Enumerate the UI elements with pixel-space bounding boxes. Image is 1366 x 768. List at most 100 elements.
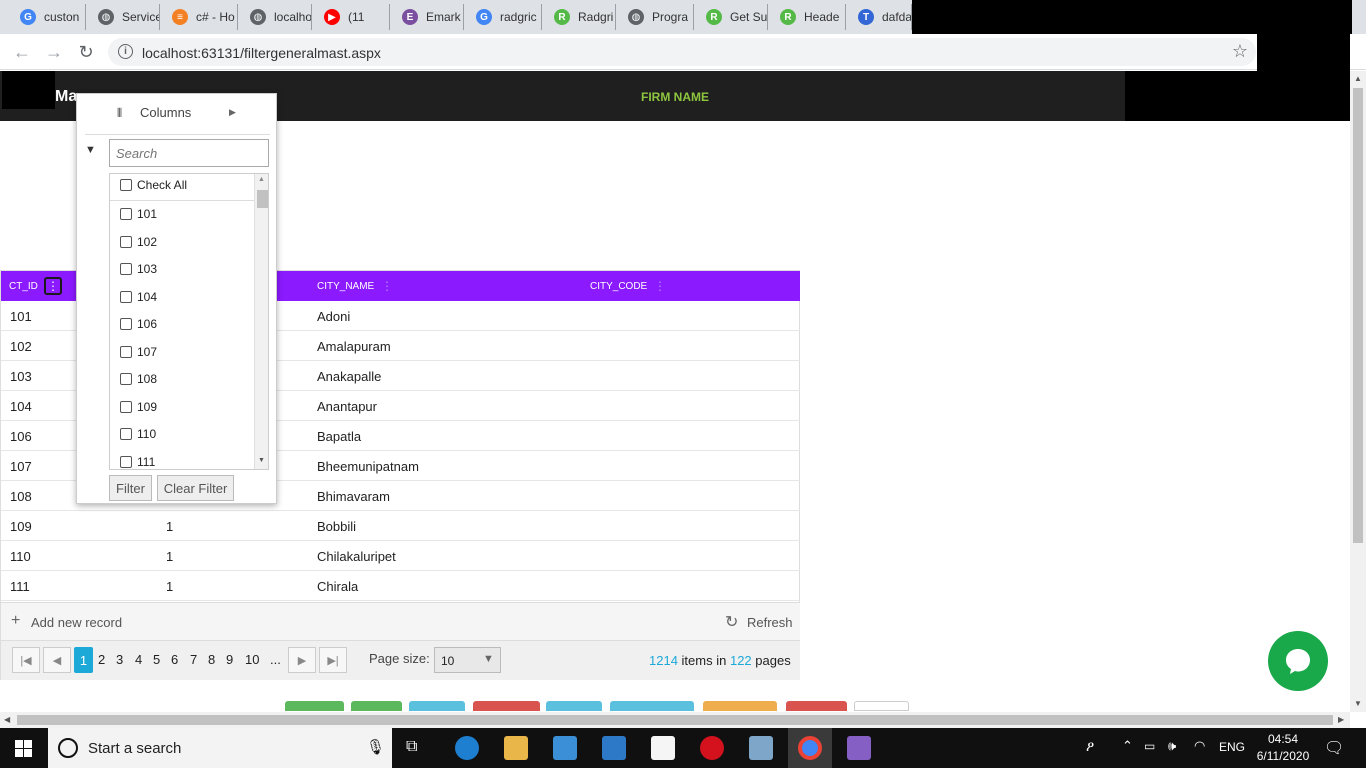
page-number-link[interactable]: 4 <box>135 652 142 667</box>
checkbox[interactable] <box>120 318 132 330</box>
task-view-icon[interactable]: ⧉ <box>406 738 417 756</box>
checkbox[interactable] <box>120 208 132 220</box>
people-icon[interactable]: ዖ <box>1086 738 1094 755</box>
scroll-thumb[interactable] <box>257 190 268 208</box>
scroll-up-icon[interactable]: ▲ <box>1354 74 1362 83</box>
column-menu-icon[interactable]: ⋮ <box>44 277 62 295</box>
plus-icon[interactable]: + <box>11 612 20 630</box>
table-row[interactable]: 110 1 Chilakaluripet <box>1 541 800 571</box>
filter-option[interactable]: 101 <box>120 207 157 221</box>
page-number-link[interactable]: 2 <box>98 652 105 667</box>
page-horizontal-scrollbar[interactable]: ◀ ▶ <box>0 712 1350 728</box>
action-button[interactable] <box>786 701 847 711</box>
taskbar-search-box[interactable]: Start a search 🎙 <box>48 728 392 768</box>
filter-option[interactable]: 108 <box>120 372 157 386</box>
chat-widget-button[interactable] <box>1268 631 1328 691</box>
checkbox[interactable] <box>120 428 132 440</box>
action-button[interactable] <box>351 701 402 711</box>
action-button[interactable] <box>409 701 465 711</box>
scroll-left-icon[interactable]: ◀ <box>4 715 10 724</box>
page-size-select[interactable]: 10 ▼ <box>434 647 501 673</box>
table-row[interactable]: 109 1 Bobbili <box>1 511 800 541</box>
reload-button[interactable]: ↻ <box>74 40 98 64</box>
browser-tab[interactable]: ◍ localho <box>240 4 312 30</box>
first-page-button[interactable]: |◀ <box>12 647 40 673</box>
scroll-thumb[interactable] <box>1353 88 1363 543</box>
filter-option[interactable]: 107 <box>120 345 157 359</box>
browser-tab[interactable]: ≡ c# - Ho <box>162 4 238 30</box>
page-number-link[interactable]: 8 <box>208 652 215 667</box>
windows-start-icon[interactable] <box>15 740 32 757</box>
chevron-up-icon[interactable]: ⌃ <box>1122 738 1133 754</box>
filter-button[interactable]: Filter <box>109 475 152 501</box>
page-number-link[interactable]: 6 <box>171 652 178 667</box>
address-bar[interactable]: i localhost:63131/filtergeneralmast.aspx… <box>108 38 1256 66</box>
browser-tab[interactable]: ▶ (11 <box>314 4 390 30</box>
action-button[interactable] <box>546 701 602 711</box>
bookmark-star-icon[interactable]: ☆ <box>1232 41 1248 62</box>
browser-tab[interactable]: Gradgric <box>466 4 542 30</box>
volume-icon[interactable]: 🕪 <box>1168 738 1176 754</box>
list-scrollbar[interactable]: ▲ ▼ <box>254 174 268 469</box>
action-button[interactable] <box>610 701 694 711</box>
scroll-up-icon[interactable]: ▲ <box>258 176 265 183</box>
browser-tab[interactable]: Tdafdas <box>848 4 912 30</box>
checkbox[interactable] <box>120 400 132 413</box>
column-header-ct-id[interactable]: CT_ID <box>9 281 38 292</box>
page-number-link[interactable]: 1 <box>74 647 93 673</box>
clock-date[interactable]: 6/11/2020 <box>1252 749 1314 763</box>
page-number-link[interactable]: 5 <box>153 652 160 667</box>
microphone-icon[interactable]: 🎙 <box>366 738 385 756</box>
battery-icon[interactable]: ▭ <box>1144 739 1155 753</box>
action-button[interactable] <box>703 701 777 711</box>
browser-tab[interactable]: ◍ Service <box>88 4 160 30</box>
filter-option[interactable]: 106 <box>120 317 157 331</box>
next-page-button[interactable]: ▶ <box>288 647 316 673</box>
edge-icon[interactable] <box>455 736 479 760</box>
browser-tab[interactable]: R Get Su <box>696 4 768 30</box>
forward-button[interactable]: → <box>42 40 66 64</box>
refresh-icon[interactable]: ↻ <box>725 612 738 632</box>
notifications-icon[interactable]: 🗨 <box>1324 738 1344 758</box>
page-number-link[interactable]: ... <box>270 652 281 667</box>
action-button[interactable] <box>854 701 909 711</box>
prev-page-button[interactable]: ◀ <box>43 647 71 673</box>
refresh-button[interactable]: Refresh <box>747 615 793 630</box>
checkbox[interactable] <box>120 373 132 385</box>
column-menu-icon[interactable]: ⋮ <box>378 277 396 295</box>
last-page-button[interactable]: ▶| <box>319 647 347 673</box>
checkbox[interactable] <box>120 290 132 303</box>
page-number-link[interactable]: 10 <box>245 652 259 667</box>
filter-option[interactable]: 103 <box>120 262 157 276</box>
column-header-city-code[interactable]: CITY_CODE <box>590 281 647 292</box>
checkbox[interactable] <box>120 179 132 191</box>
scroll-thumb[interactable] <box>17 715 1333 725</box>
columns-menu-item[interactable]: Columns <box>140 105 191 120</box>
file-explorer-icon[interactable] <box>504 736 528 760</box>
chrome-icon[interactable] <box>798 736 822 760</box>
store-icon[interactable] <box>553 736 577 760</box>
add-new-record-button[interactable]: Add new record <box>31 615 122 630</box>
filter-option[interactable]: 110 <box>120 427 156 441</box>
filter-option[interactable]: 109 <box>120 400 157 414</box>
action-button[interactable] <box>473 701 540 711</box>
visual-studio-icon[interactable] <box>847 736 871 760</box>
back-button[interactable]: ← <box>10 40 34 64</box>
browser-tab[interactable]: ◍ Progra <box>618 4 694 30</box>
app-icon[interactable] <box>749 736 773 760</box>
wifi-icon[interactable]: ◠ <box>1194 738 1205 754</box>
column-header-city-name[interactable]: CITY_NAME <box>317 281 374 292</box>
page-number-link[interactable]: 9 <box>226 652 233 667</box>
browser-tab[interactable]: R Radgri <box>544 4 616 30</box>
page-vertical-scrollbar[interactable]: ▲ ▼ <box>1350 71 1366 712</box>
checkbox[interactable] <box>120 455 132 468</box>
column-menu-icon[interactable]: ⋮ <box>651 277 669 295</box>
clear-filter-button[interactable]: Clear Filter <box>157 475 234 501</box>
table-row[interactable]: 111 1 Chirala <box>1 571 800 601</box>
opera-icon[interactable] <box>700 736 724 760</box>
filter-option[interactable]: 104 <box>120 290 157 304</box>
action-button[interactable] <box>285 701 344 711</box>
document-icon[interactable] <box>651 736 675 760</box>
clock-time[interactable]: 04:54 <box>1255 732 1311 746</box>
browser-tab[interactable]: Gcuston <box>10 4 86 30</box>
